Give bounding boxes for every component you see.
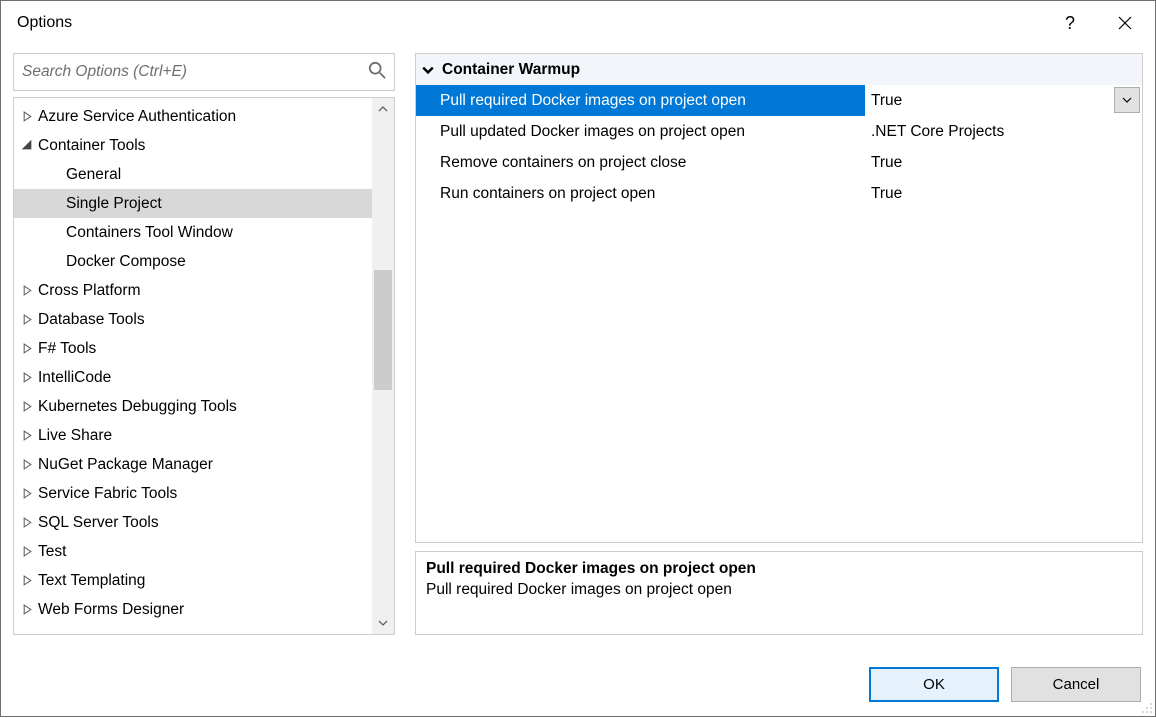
tree-item-label: NuGet Package Manager: [38, 456, 213, 474]
property-panel: Container Warmup Pull required Docker ima…: [415, 53, 1143, 635]
scroll-track[interactable]: [372, 120, 394, 612]
property-value-cell[interactable]: True: [865, 147, 1142, 178]
tree-item-label: Live Share: [38, 427, 112, 445]
property-name: Pull updated Docker images on project op…: [440, 123, 745, 141]
close-button[interactable]: [1095, 1, 1155, 45]
scroll-thumb[interactable]: [374, 270, 392, 390]
tree-item[interactable]: Web Forms Designer: [14, 595, 372, 624]
tree-item-label: Service Fabric Tools: [38, 485, 177, 503]
property-row[interactable]: Pull updated Docker images on project op…: [416, 116, 1142, 147]
tree-item-label: Docker Compose: [66, 253, 186, 271]
tree-item-label: Web Forms Designer: [38, 601, 184, 619]
expand-icon[interactable]: [20, 371, 34, 385]
property-value: True: [871, 92, 902, 110]
property-name: Run containers on project open: [440, 185, 655, 203]
tree-item-label: Database Tools: [38, 311, 145, 329]
tree-item-label: Text Templating: [38, 572, 145, 590]
property-value: .NET Core Projects: [871, 123, 1004, 141]
tree-item-label: SQL Server Tools: [38, 514, 159, 532]
expand-icon[interactable]: [20, 574, 34, 588]
tree-item[interactable]: Cross Platform: [14, 276, 372, 305]
tree-item-label: Cross Platform: [38, 282, 141, 300]
scroll-down-button[interactable]: [372, 612, 394, 634]
tree-item-label: F# Tools: [38, 340, 96, 358]
tree-item[interactable]: Test: [14, 537, 372, 566]
property-name: Remove containers on project close: [440, 154, 686, 172]
property-value: True: [871, 185, 902, 203]
tree-item[interactable]: Text Templating: [14, 566, 372, 595]
tree-item[interactable]: SQL Server Tools: [14, 508, 372, 537]
expand-icon[interactable]: [20, 516, 34, 530]
tree-item-label: Kubernetes Debugging Tools: [38, 398, 237, 416]
tree-item[interactable]: F# Tools: [14, 334, 372, 363]
cancel-button[interactable]: Cancel: [1011, 667, 1141, 702]
property-name: Pull required Docker images on project o…: [440, 92, 746, 110]
tree-scrollbar[interactable]: [372, 98, 394, 634]
expand-icon[interactable]: [20, 284, 34, 298]
expand-icon[interactable]: [20, 342, 34, 356]
property-category-header[interactable]: Container Warmup: [416, 54, 1142, 85]
category-tree: Azure Service Authentication Container To…: [13, 97, 395, 635]
tree-item[interactable]: Single Project: [14, 189, 372, 218]
property-name-cell[interactable]: Pull updated Docker images on project op…: [416, 116, 865, 147]
tree-item[interactable]: General: [14, 160, 372, 189]
window-title: Options: [1, 14, 72, 32]
property-row[interactable]: Run containers on project open True: [416, 178, 1142, 209]
dialog-buttons: OK Cancel: [869, 667, 1141, 702]
expand-icon[interactable]: [20, 458, 34, 472]
tree-item-label: Containers Tool Window: [66, 224, 233, 242]
category-panel: Azure Service Authentication Container To…: [13, 53, 395, 635]
tree-item[interactable]: Database Tools: [14, 305, 372, 334]
ok-button[interactable]: OK: [869, 667, 999, 702]
category-label: Container Warmup: [440, 61, 865, 79]
tree-item-label: Azure Service Authentication: [38, 108, 236, 126]
property-name-cell[interactable]: Pull required Docker images on project o…: [416, 85, 865, 116]
tree-item[interactable]: Containers Tool Window: [14, 218, 372, 247]
tree-item-label: Single Project: [66, 195, 162, 213]
expand-icon[interactable]: [20, 429, 34, 443]
expand-icon[interactable]: [20, 603, 34, 617]
tree-item[interactable]: Live Share: [14, 421, 372, 450]
tree-item[interactable]: Azure Service Authentication: [14, 102, 372, 131]
tree-item[interactable]: Service Fabric Tools: [14, 479, 372, 508]
collapse-icon[interactable]: [20, 139, 34, 153]
property-grid: Container Warmup Pull required Docker ima…: [415, 53, 1143, 543]
property-row[interactable]: Remove containers on project close True: [416, 147, 1142, 178]
tree-item-label: Test: [38, 543, 66, 561]
expand-icon[interactable]: [20, 400, 34, 414]
property-value-cell[interactable]: .NET Core Projects: [865, 116, 1142, 147]
expand-icon[interactable]: [20, 110, 34, 124]
description-text: Pull required Docker images on project o…: [426, 581, 1132, 599]
tree-item[interactable]: Docker Compose: [14, 247, 372, 276]
search-icon[interactable]: [368, 61, 386, 83]
property-value-cell[interactable]: True: [865, 85, 1142, 116]
property-value: True: [871, 154, 902, 172]
content-area: Azure Service Authentication Container To…: [1, 45, 1155, 635]
property-description: Pull required Docker images on project o…: [415, 551, 1143, 635]
tree-item-label: IntelliCode: [38, 369, 111, 387]
collapse-icon[interactable]: [416, 64, 440, 76]
property-name-cell[interactable]: Remove containers on project close: [416, 147, 865, 178]
help-button[interactable]: ?: [1045, 1, 1095, 45]
expand-icon[interactable]: [20, 545, 34, 559]
tree-item-label: Container Tools: [38, 137, 145, 155]
property-value-cell[interactable]: True: [865, 178, 1142, 209]
tree-item[interactable]: Container Tools: [14, 131, 372, 160]
description-title: Pull required Docker images on project o…: [426, 560, 1132, 578]
expand-icon[interactable]: [20, 487, 34, 501]
property-name-cell[interactable]: Run containers on project open: [416, 178, 865, 209]
property-row[interactable]: Pull required Docker images on project o…: [416, 85, 1142, 116]
tree-item[interactable]: NuGet Package Manager: [14, 450, 372, 479]
tree-item-label: General: [66, 166, 121, 184]
expand-icon[interactable]: [20, 313, 34, 327]
search-input[interactable]: [22, 63, 368, 81]
scroll-up-button[interactable]: [372, 98, 394, 120]
tree-item[interactable]: IntelliCode: [14, 363, 372, 392]
tree-item[interactable]: Kubernetes Debugging Tools: [14, 392, 372, 421]
resize-grip[interactable]: [1139, 700, 1153, 714]
search-box[interactable]: [13, 53, 395, 91]
dropdown-button[interactable]: [1114, 87, 1140, 113]
title-bar: Options ?: [1, 1, 1155, 45]
